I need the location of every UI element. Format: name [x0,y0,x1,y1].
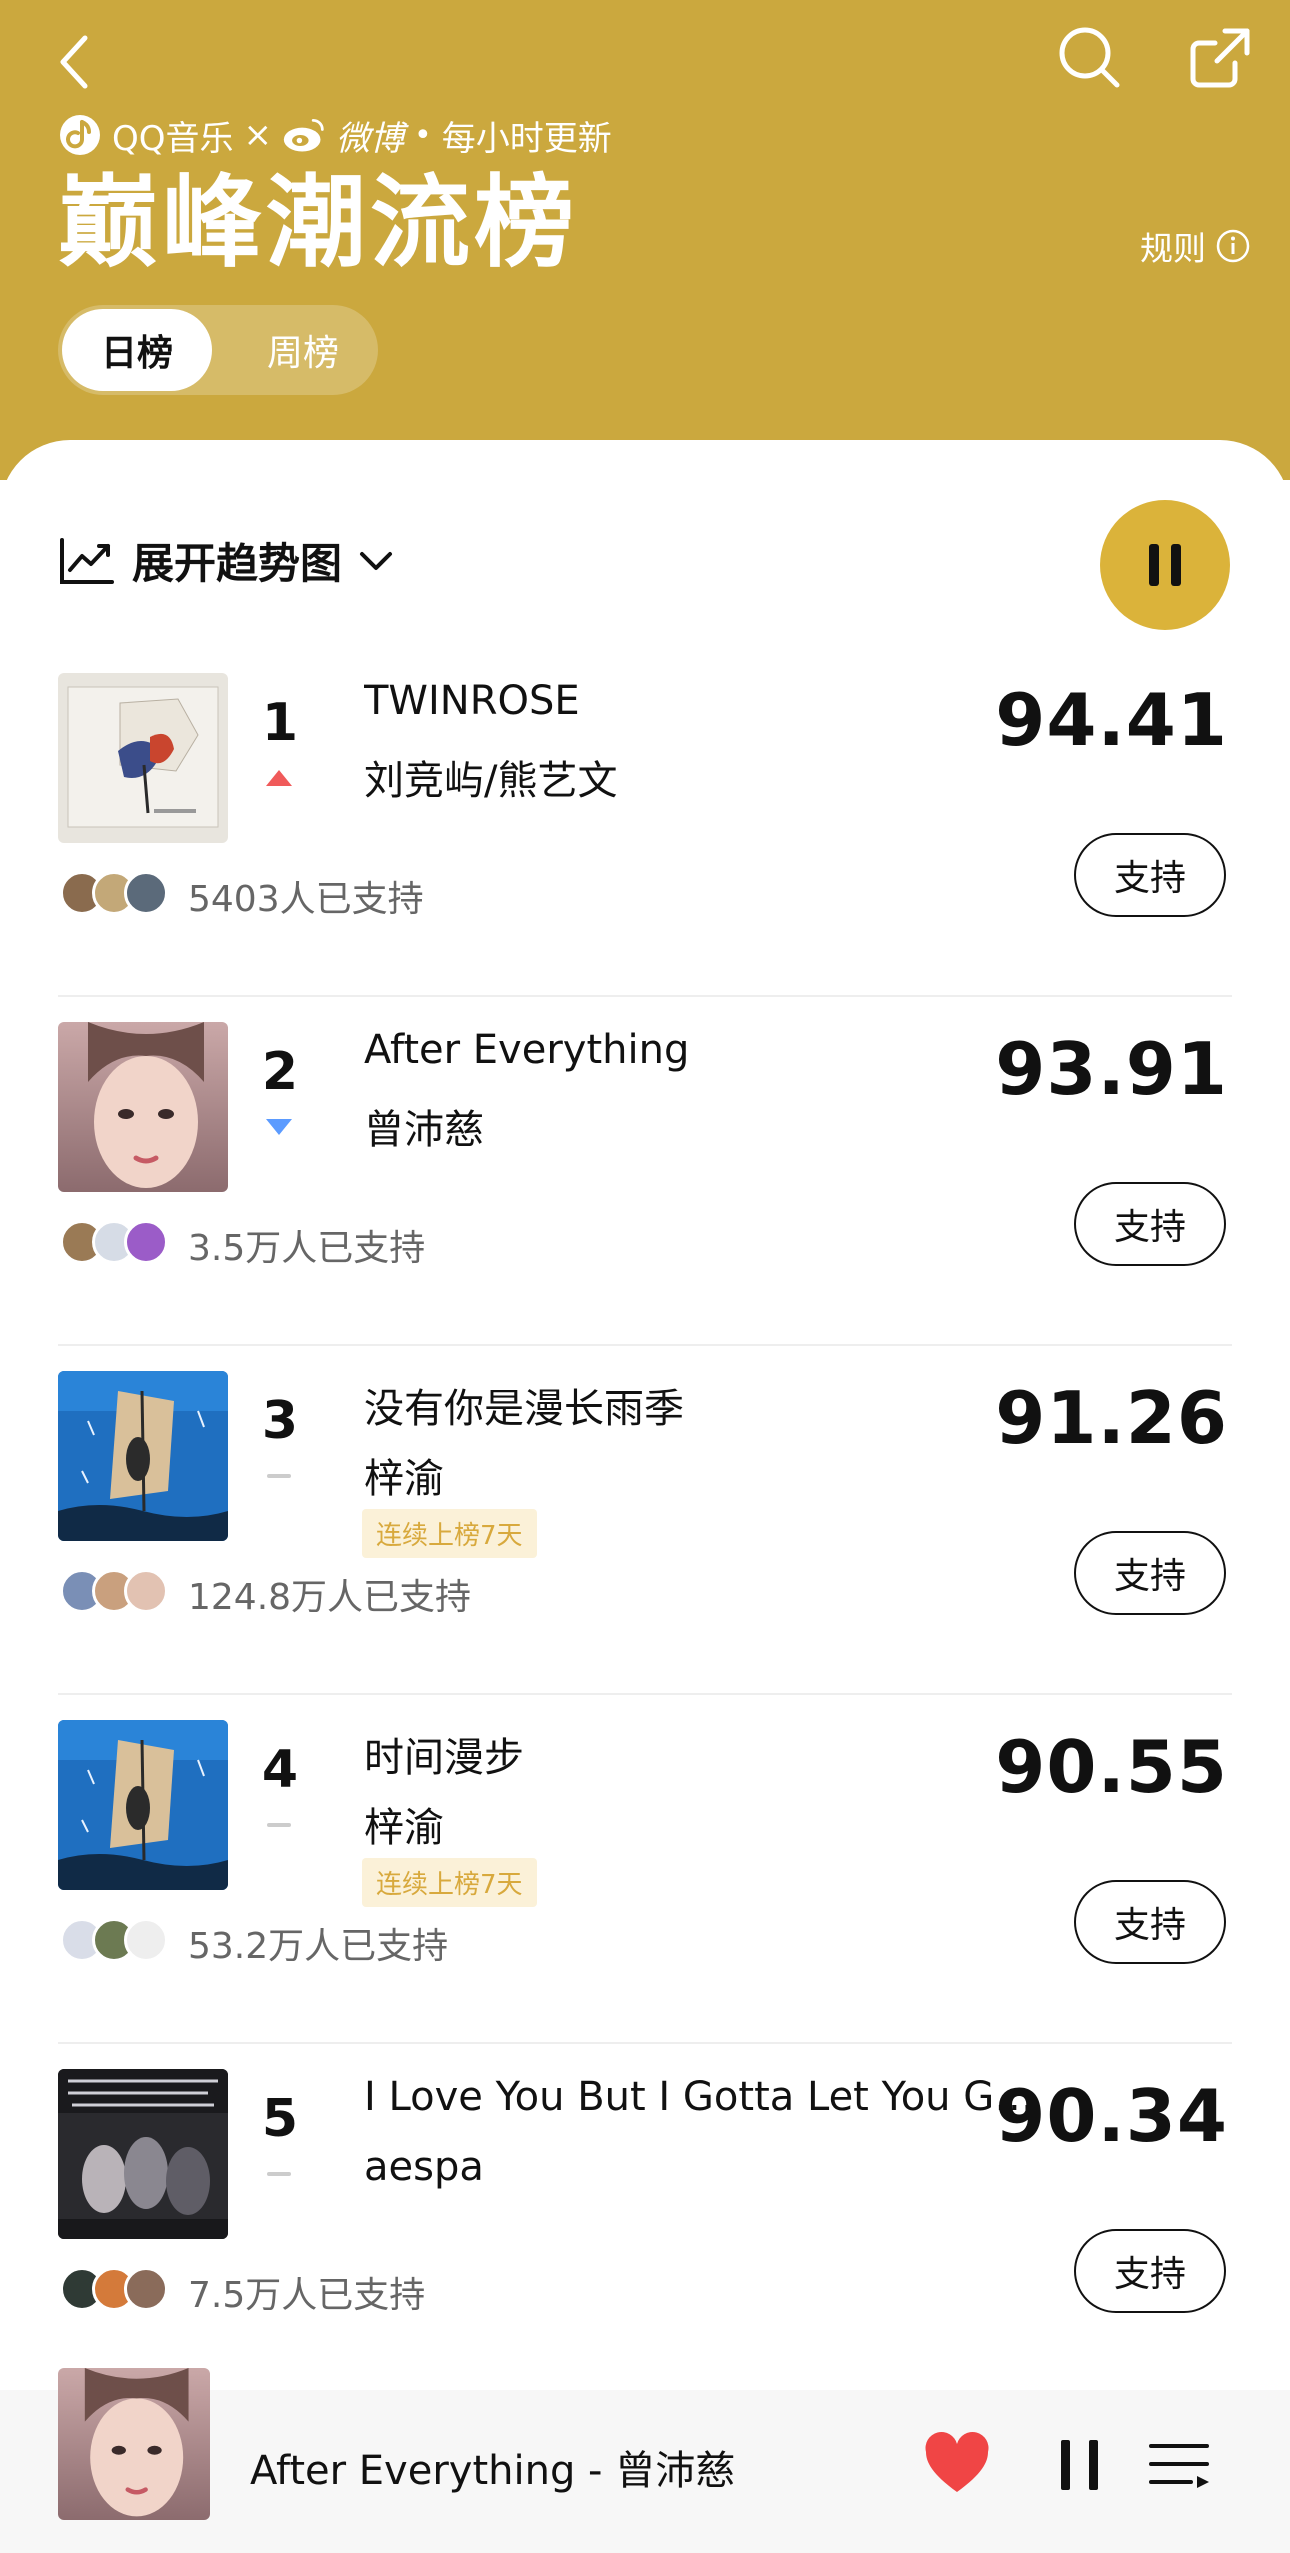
brand-times: × [243,115,273,155]
share-icon [1190,28,1250,88]
avatar [124,1220,168,1264]
trend-up-icon [266,770,292,786]
now-playing-cover[interactable] [58,2368,210,2520]
support-count: 7.5万人已支持 [188,2275,426,2316]
expand-trend-label: 展开趋势图 [132,539,343,588]
song-score: 90.55 [995,1725,1228,1809]
avatar [124,871,168,915]
info-icon [1216,229,1250,263]
support-count: 3.5万人已支持 [188,1228,426,1269]
song-score: 91.26 [995,1376,1228,1460]
song-row[interactable]: 1 TWINROSE 刘竞屿/熊艺文 94.41 5403人已支持 支持 [0,648,1290,997]
supporter-avatars [60,2267,168,2311]
song-score: 94.41 [995,678,1228,762]
support-button[interactable]: 支持 [1074,1182,1226,1266]
support-count: 5403人已支持 [188,879,424,920]
rules-label: 规则 [1140,229,1206,268]
supporter-avatars [60,1918,168,1962]
support-button[interactable]: 支持 [1074,1880,1226,1964]
brand-dot: • [414,117,432,153]
album-cover [58,2069,228,2239]
page-title: 巅峰潮流榜 [58,164,578,281]
expand-trend-button[interactable]: 展开趋势图 [58,530,394,591]
song-row[interactable]: 5 I Love You But I Gotta Let You Go... a… [0,2044,1290,2393]
trend-chart-icon [60,537,114,584]
song-score: 90.34 [995,2074,1228,2158]
mini-player[interactable]: After Everything - 曾沛慈 [0,2368,1290,2553]
song-row[interactable]: 4 时间漫步 梓渝 连续上榜7天 90.55 53.2万人已支持 支持 [0,1695,1290,2044]
song-title: 时间漫步 [364,1735,524,1781]
back-button[interactable] [40,22,106,102]
tab-weekly[interactable]: 周榜 [228,305,378,395]
weibo-logo [282,113,326,157]
search-icon [1059,27,1120,88]
now-playing-title[interactable]: After Everything - 曾沛慈 [250,2438,735,2496]
chevron-down-icon [360,551,393,570]
rank-number: 2 [261,1042,299,1102]
album-cover [58,1720,228,1890]
album-cover [58,1371,228,1541]
qq-music-logo [58,113,102,157]
brand-weibo-label: 微博 [336,118,405,159]
song-artist: 曾沛慈 [364,1107,484,1153]
song-row[interactable]: 2 After Everything 曾沛慈 93.91 3.5万人已支持 支持 [0,997,1290,1346]
song-title: TWINROSE [364,678,580,724]
support-button[interactable]: 支持 [1074,1531,1226,1615]
song-title: 没有你是漫长雨季 [364,1386,684,1432]
song-title: I Love You But I Gotta Let You Go... [364,2074,1044,2120]
support-count: 124.8万人已支持 [188,1577,472,1618]
trend-flat-icon [267,1823,291,1827]
like-button[interactable] [922,2430,992,2500]
rank-number: 1 [261,693,299,753]
chevron-left-icon [60,35,88,89]
support-button[interactable]: 支持 [1074,2229,1226,2313]
period-tabs: 日榜 周榜 [58,305,378,395]
song-artist: 梓渝 [364,1805,444,1851]
supporter-avatars [60,1220,168,1264]
rules-link[interactable]: 规则 [1140,222,1250,270]
album-cover [58,673,228,843]
pause-button[interactable] [1045,2430,1115,2500]
avatar [124,1918,168,1962]
avatar [124,2267,168,2311]
avatar [124,1569,168,1613]
play-all-button[interactable] [1100,500,1230,630]
trend-down-icon [266,1119,292,1135]
pause-icon [1061,2440,1098,2490]
update-note: 每小时更新 [441,118,612,159]
support-count: 53.2万人已支持 [188,1926,449,1967]
song-artist: 梓渝 [364,1456,444,1502]
song-artist: 刘竞屿/熊艺文 [364,758,618,804]
heart-icon [925,2431,989,2492]
pause-icon [1149,544,1181,586]
search-button[interactable] [1050,18,1130,98]
trend-flat-icon [267,2172,291,2176]
playlist-icon [1149,2444,1209,2488]
tab-daily[interactable]: 日榜 [62,309,212,391]
rank-number: 5 [261,2089,299,2149]
song-row[interactable]: 3 没有你是漫长雨季 梓渝 连续上榜7天 91.26 124.8万人已支持 支持 [0,1346,1290,1695]
streak-badge: 连续上榜7天 [362,1509,537,1558]
playlist-button[interactable] [1145,2430,1215,2500]
share-button[interactable] [1180,18,1260,98]
supporter-avatars [60,871,168,915]
brand-qq-label: QQ音乐 [112,118,234,159]
song-title: After Everything [364,1027,690,1073]
album-cover [58,1022,228,1192]
supporter-avatars [60,1569,168,1613]
trend-flat-icon [267,1474,291,1478]
brand-line: QQ音乐 × 微博 • 每小时更新 [58,110,612,160]
song-score: 93.91 [995,1027,1228,1111]
song-artist: aespa [364,2144,484,2190]
rank-number: 4 [261,1740,299,1800]
streak-badge: 连续上榜7天 [362,1858,537,1907]
rank-number: 3 [261,1391,299,1451]
support-button[interactable]: 支持 [1074,833,1226,917]
